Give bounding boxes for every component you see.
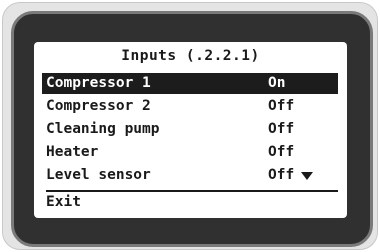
menu-item-compressor-1[interactable]: Compressor 1 On: [42, 73, 338, 94]
menu-item-value: On: [268, 75, 286, 91]
exit-menu-item[interactable]: Exit: [46, 192, 166, 212]
menu-item-heater[interactable]: Heater Off: [42, 142, 338, 163]
menu-item-value: Off: [268, 167, 295, 183]
menu-item-cleaning-pump[interactable]: Cleaning pump Off: [42, 119, 338, 140]
triangle-down-icon: [301, 172, 313, 180]
lcd-screen: Inputs (.2.2.1) Compressor 1 On Compress…: [34, 42, 347, 218]
page-title: Inputs (.2.2.1): [121, 48, 260, 64]
menu-item-label: Compressor 1: [46, 75, 151, 91]
menu-item-label: Heater: [46, 144, 99, 160]
menu-item-compressor-2[interactable]: Compressor 2 Off: [42, 96, 338, 117]
menu-item-label: Compressor 2: [46, 98, 151, 114]
menu-item-label: Level sensor: [46, 167, 151, 183]
menu-item-value: Off: [268, 144, 295, 160]
menu-item-value: Off: [268, 121, 295, 137]
menu-item-value: Off: [268, 98, 295, 114]
menu-item-level-sensor[interactable]: Level sensor Off: [42, 165, 338, 186]
menu-item-label: Cleaning pump: [46, 121, 160, 137]
